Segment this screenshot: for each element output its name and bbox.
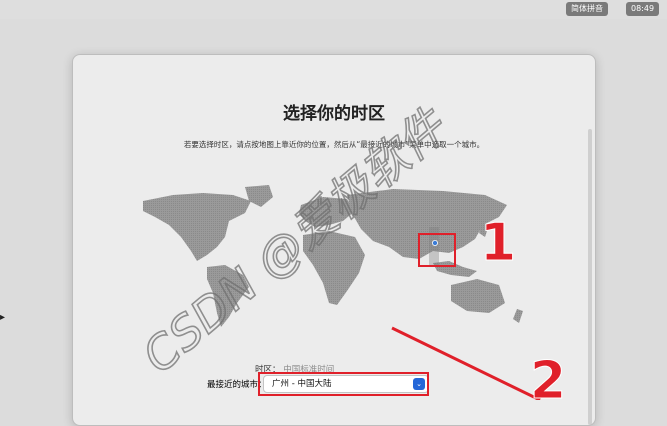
location-pin-icon	[431, 240, 438, 247]
input-method-indicator[interactable]: 简体拼音	[566, 2, 608, 16]
continent-south-america	[207, 265, 249, 327]
world-map[interactable]	[133, 181, 533, 331]
continent-europe	[299, 197, 355, 227]
scrollbar[interactable]	[588, 129, 592, 425]
timezone-highlight	[429, 227, 439, 267]
page-title: 选择你的时区	[283, 104, 385, 124]
page-subtitle: 若要选择时区，请点按地图上靠近你的位置，然后从“最接近的城市”菜单中选取一个城市…	[183, 140, 485, 149]
menu-bar-clock: 08:49	[626, 2, 660, 16]
mouse-cursor-icon: ▸	[0, 312, 6, 323]
continent-australia	[451, 279, 505, 313]
closest-city-label: 最接近的城市：	[207, 380, 267, 390]
time-zone-row: 时区： 中国标准时间	[255, 363, 334, 375]
menu-bar: 简体拼音 08:49	[0, 0, 667, 19]
closest-city-select[interactable]: 广州 - 中国大陆 ⌄	[263, 375, 429, 393]
time-zone-label: 时区：	[255, 365, 281, 375]
continent-north-america	[143, 193, 251, 261]
continent-africa	[303, 231, 365, 305]
timezone-dialog: 选择你的时区 若要选择时区，请点按地图上靠近你的位置，然后从“最接近的城市”菜单…	[72, 54, 596, 426]
region-new-zealand	[513, 309, 523, 323]
closest-city-value: 广州 - 中国大陆	[272, 379, 332, 389]
region-southeast-asia	[433, 261, 477, 277]
time-zone-value: 中国标准时间	[283, 365, 335, 375]
chevron-down-icon: ⌄	[413, 378, 425, 390]
